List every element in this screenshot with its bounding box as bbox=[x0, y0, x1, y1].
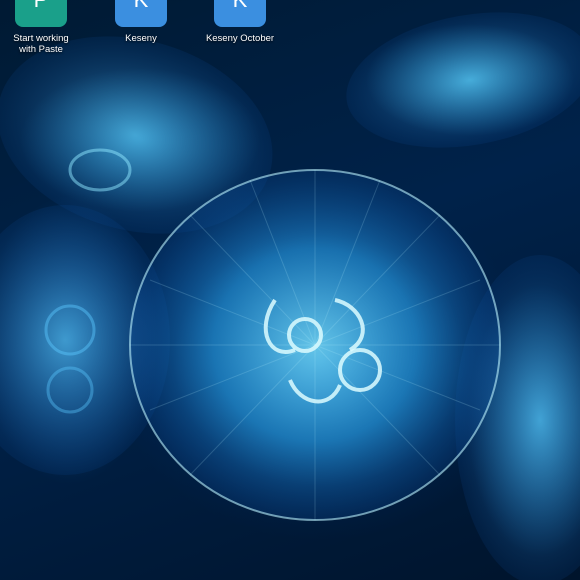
paste-app-icon[interactable]: P bbox=[15, 0, 67, 27]
label-line: with Paste bbox=[19, 44, 63, 55]
label-line: Keseny October bbox=[205, 33, 275, 44]
desktop: P Start working with Paste K Keseny K Ke… bbox=[0, 0, 580, 580]
desktop-icon-paste[interactable]: P Start working with Paste bbox=[0, 0, 86, 55]
jellyfish-wallpaper bbox=[0, 12, 580, 580]
desktop-icon-keseny-october[interactable]: K Keseny October bbox=[195, 0, 285, 44]
jellyfish-top-right bbox=[346, 12, 580, 148]
desktop-icon-keseny[interactable]: K Keseny bbox=[96, 0, 186, 44]
label-line: Keseny bbox=[125, 33, 157, 44]
keseny-october-app-icon[interactable]: K bbox=[214, 0, 266, 27]
keseny-app-icon[interactable]: K bbox=[115, 0, 167, 27]
desktop-icon-label: Keseny October bbox=[195, 33, 285, 44]
desktop-icon-label: Keseny bbox=[96, 33, 186, 44]
label-line: Start working bbox=[13, 33, 69, 44]
desktop-icon-label: Start working with Paste bbox=[0, 33, 86, 55]
